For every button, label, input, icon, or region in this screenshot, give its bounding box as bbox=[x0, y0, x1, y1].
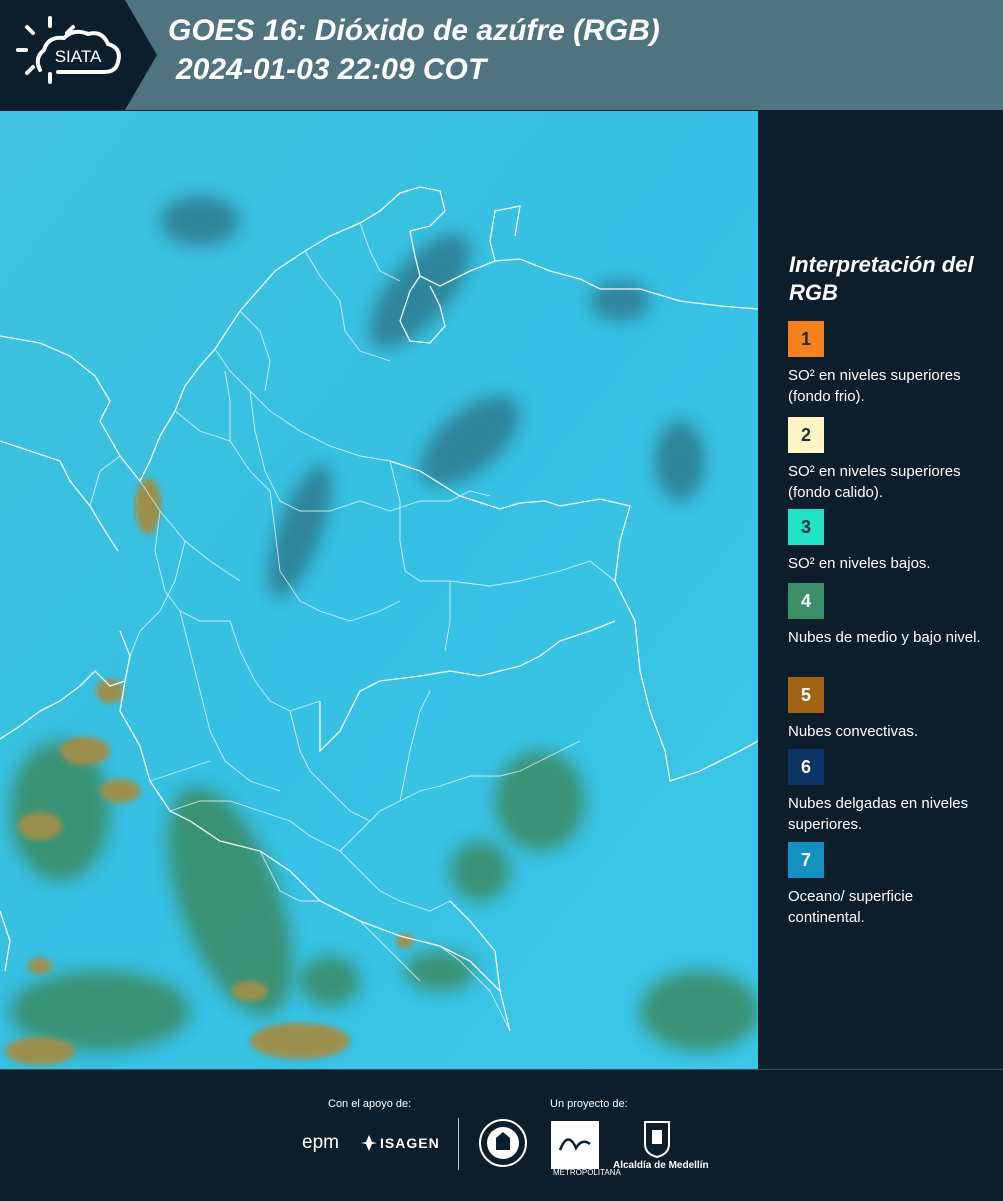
header-bar: SIATA GOES 16: Dióxido de azúfre (RGB) 2… bbox=[0, 0, 1003, 110]
legend-panel: Interpretación del RGB 1 SO² en niveles … bbox=[775, 111, 1003, 1069]
area-metropolitana-label: METROPOLITANA bbox=[553, 1168, 621, 1177]
legend-item-2: 2 SO² en niveles superiores (fondo calid… bbox=[788, 417, 993, 503]
page-title: GOES 16: Dióxido de azúfre (RGB) bbox=[168, 14, 660, 47]
legend-item-3: 3 SO² en niveles bajos. bbox=[788, 509, 993, 574]
map-background bbox=[0, 111, 758, 1069]
legend-label-7: Oceano/ superficie continental. bbox=[788, 888, 914, 926]
legend-swatch-2: 2 bbox=[788, 417, 824, 453]
project-label: Un proyecto de: bbox=[550, 1098, 628, 1110]
epm-logo: epm bbox=[302, 1132, 339, 1153]
legend-swatch-5: 5 bbox=[788, 677, 824, 713]
footer-divider bbox=[458, 1118, 459, 1170]
legend-swatch-7: 7 bbox=[788, 842, 824, 878]
page-timestamp: 2024-01-03 22:09 COT bbox=[176, 53, 487, 86]
siata-logo: SIATA bbox=[0, 0, 157, 110]
legend-item-4: 4 Nubes de medio y bajo nivel. bbox=[788, 583, 993, 648]
legend-label-3: SO² en niveles bajos. bbox=[788, 555, 931, 572]
footer-bar: Con el apoyo de: Un proyecto de: epm ISA… bbox=[0, 1069, 1003, 1201]
area-metropolitana-icon bbox=[550, 1120, 600, 1170]
alcaldia-label: Alcaldía de Medellín bbox=[613, 1160, 709, 1171]
legend-label-2: SO² en niveles superiores (fondo calido)… bbox=[788, 463, 961, 501]
legend-title: Interpretación del RGB bbox=[789, 252, 974, 305]
legend-label-1: SO² en niveles superiores (fondo frio). bbox=[788, 367, 961, 405]
legend-item-6: 6 Nubes delgadas en niveles superiores. bbox=[788, 749, 993, 835]
legend-item-1: 1 SO² en niveles superiores (fondo frio)… bbox=[788, 321, 993, 407]
legend-label-6: Nubes delgadas en niveles superiores. bbox=[788, 795, 969, 833]
alcaldia-crest-icon bbox=[643, 1120, 671, 1159]
legend-item-7: 7 Oceano/ superficie continental. bbox=[788, 842, 993, 928]
siata-logo-text: SIATA bbox=[55, 47, 102, 66]
legend-swatch-6: 6 bbox=[788, 749, 824, 785]
isagen-icon bbox=[360, 1134, 378, 1152]
isagen-logo: ISAGEN bbox=[380, 1135, 440, 1151]
legend-label-5: Nubes convectivas. bbox=[788, 723, 919, 740]
legend-item-5: 5 Nubes convectivas. bbox=[788, 677, 993, 742]
legend-label-4: Nubes de medio y bajo nivel. bbox=[788, 629, 981, 646]
legend-swatch-4: 4 bbox=[788, 583, 824, 619]
support-label: Con el apoyo de: bbox=[328, 1098, 412, 1110]
medellin-seal-icon bbox=[478, 1118, 528, 1168]
satellite-map[interactable] bbox=[0, 111, 758, 1069]
legend-swatch-3: 3 bbox=[788, 509, 824, 545]
legend-swatch-1: 1 bbox=[788, 321, 824, 357]
